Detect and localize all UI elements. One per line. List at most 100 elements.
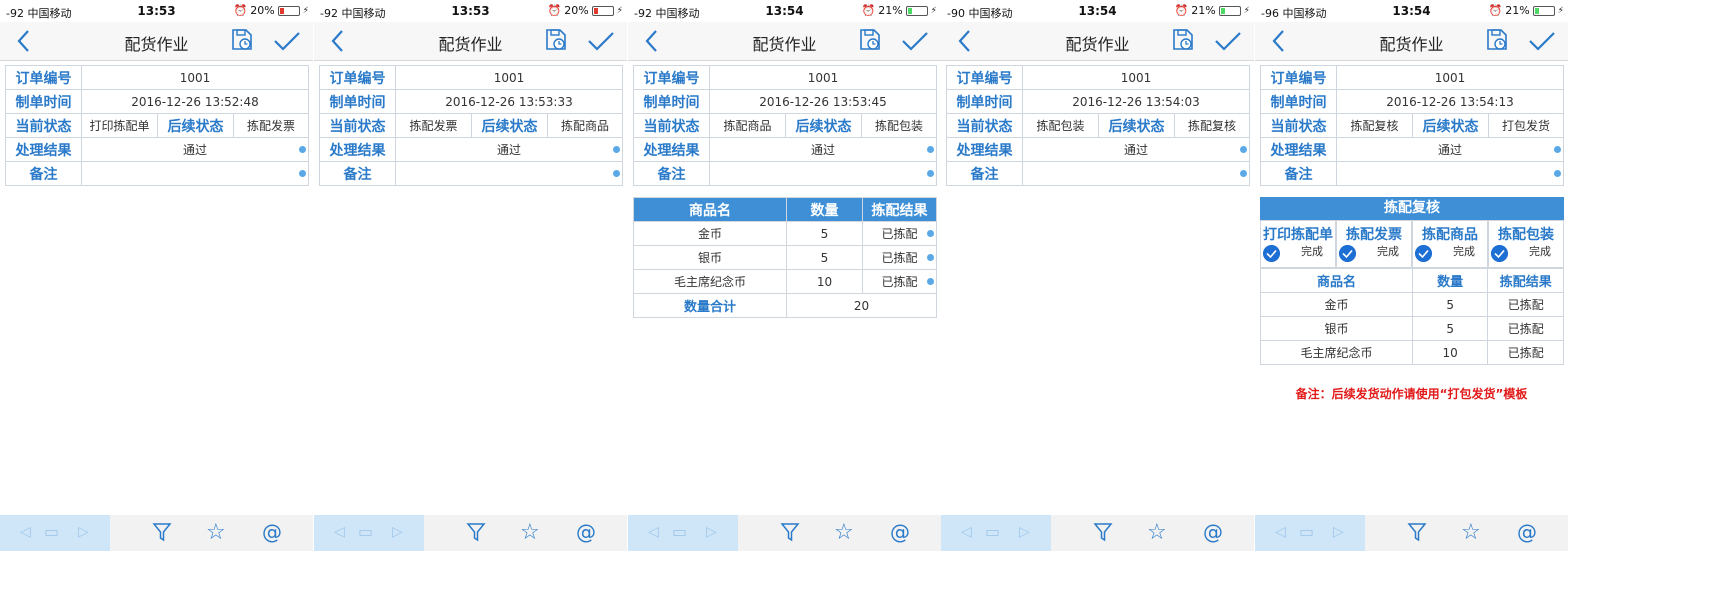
order-form: 订单编号 1001 制单时间 2016-12-26 13:53:45 当前状态 … xyxy=(633,65,937,186)
star-icon[interactable]: ☆ xyxy=(206,520,226,545)
prev-page-icon[interactable]: ◁ xyxy=(334,524,345,540)
value-order-no: 1001 xyxy=(1336,65,1564,90)
bottom-toolbar: ◁ ▭ ▷ ☆ @ xyxy=(941,515,1254,551)
filter-icon[interactable] xyxy=(152,521,172,543)
review-step: 打印拣配单 完成 xyxy=(1260,220,1336,268)
battery-fill xyxy=(1220,7,1225,14)
window-icon[interactable]: ▭ xyxy=(44,522,59,541)
goods-header-cell: 商品名 xyxy=(633,197,787,222)
at-icon[interactable]: @ xyxy=(1517,520,1537,544)
goods-result-select[interactable]: 已拣配 xyxy=(862,221,937,246)
window-icon[interactable]: ▭ xyxy=(672,522,687,541)
next-page-icon[interactable]: ▷ xyxy=(706,524,717,540)
save-clock-icon[interactable] xyxy=(858,27,882,53)
order-form: 订单编号 1001 制单时间 2016-12-26 13:52:48 当前状态 … xyxy=(5,65,309,186)
filter-icon[interactable] xyxy=(466,521,486,543)
label-order-no: 订单编号 xyxy=(5,65,82,90)
remark-input[interactable] xyxy=(1336,161,1564,186)
label-made-time: 制单时间 xyxy=(319,89,396,114)
review-goods-row: 银币 5 已拣配 xyxy=(1260,316,1564,341)
save-clock-icon[interactable] xyxy=(544,27,568,53)
at-icon[interactable]: @ xyxy=(576,520,596,544)
at-icon[interactable]: @ xyxy=(890,520,910,544)
phone-screen-5: -96 中国移动 13:54 ⏰ 21% ⚡ 配货作业 订单编号 1001 制单… xyxy=(1255,0,1568,610)
value-current-state: 拣配商品 xyxy=(709,113,786,138)
review-header-cell: 数量 xyxy=(1411,268,1489,293)
result-select[interactable]: 通过 xyxy=(1022,137,1250,162)
value-current-state: 拣配复核 xyxy=(1336,113,1413,138)
star-icon[interactable]: ☆ xyxy=(1147,520,1167,545)
save-clock-icon[interactable] xyxy=(1171,27,1195,53)
review-panel: 拣配复核 打印拣配单 完成 拣配发票 完成 拣配商品 完成 拣配包装 完成 商品… xyxy=(1260,197,1564,365)
row-remark: 备注 xyxy=(946,161,1250,186)
goods-name: 毛主席纪念币 xyxy=(633,269,787,294)
battery-icon xyxy=(1218,5,1241,16)
goods-result-select[interactable]: 已拣配 xyxy=(862,269,937,294)
remark-input[interactable] xyxy=(1022,161,1250,186)
prev-page-icon[interactable]: ◁ xyxy=(961,524,972,540)
at-icon[interactable]: @ xyxy=(262,520,282,544)
label-made-time: 制单时间 xyxy=(5,89,82,114)
result-select[interactable]: 通过 xyxy=(81,137,309,162)
label-next-state: 后续状态 xyxy=(1412,113,1489,138)
next-page-icon[interactable]: ▷ xyxy=(392,524,403,540)
prev-page-icon[interactable]: ◁ xyxy=(1275,524,1286,540)
checkmark-icon[interactable] xyxy=(1527,28,1557,54)
window-icon[interactable]: ▭ xyxy=(358,522,373,541)
filter-icon[interactable] xyxy=(1093,521,1113,543)
battery-icon xyxy=(1532,5,1555,16)
remark-input[interactable] xyxy=(81,161,309,186)
save-clock-icon[interactable] xyxy=(1485,27,1509,53)
battery-percent: 21% xyxy=(1191,4,1216,17)
bottom-toolbar: ◁ ▭ ▷ ☆ @ xyxy=(314,515,627,551)
next-page-icon[interactable]: ▷ xyxy=(1333,524,1344,540)
remark-input[interactable] xyxy=(709,161,937,186)
page-nav-group: ◁ ▭ ▷ xyxy=(941,515,1051,551)
prev-page-icon[interactable]: ◁ xyxy=(20,524,31,540)
filter-icon[interactable] xyxy=(1407,521,1427,543)
battery-fill xyxy=(279,7,284,14)
row-state: 当前状态 打印拣配单 后续状态 拣配发票 xyxy=(5,113,309,138)
star-icon[interactable]: ☆ xyxy=(834,520,854,545)
label-remark: 备注 xyxy=(633,161,710,186)
window-icon[interactable]: ▭ xyxy=(1299,522,1314,541)
label-result: 处理结果 xyxy=(5,137,82,162)
checkmark-icon[interactable] xyxy=(900,28,930,54)
battery-fill xyxy=(907,7,912,14)
check-circle-icon xyxy=(1339,245,1356,262)
goods-row: 毛主席纪念币 10 已拣配 xyxy=(633,269,937,294)
remark-input[interactable] xyxy=(395,161,623,186)
nav-bar: 配货作业 xyxy=(0,22,313,61)
label-made-time: 制单时间 xyxy=(1260,89,1337,114)
checkmark-icon[interactable] xyxy=(272,28,302,54)
order-form: 订单编号 1001 制单时间 2016-12-26 13:53:33 当前状态 … xyxy=(319,65,623,186)
row-made-time: 制单时间 2016-12-26 13:53:33 xyxy=(319,89,623,114)
bottom-toolbar: ◁ ▭ ▷ ☆ @ xyxy=(628,515,941,551)
review-title: 拣配复核 xyxy=(1260,197,1564,220)
at-icon[interactable]: @ xyxy=(1203,520,1223,544)
star-icon[interactable]: ☆ xyxy=(520,520,540,545)
next-page-icon[interactable]: ▷ xyxy=(78,524,89,540)
filter-icon[interactable] xyxy=(780,521,800,543)
row-remark: 备注 xyxy=(1260,161,1564,186)
label-current-state: 当前状态 xyxy=(633,113,710,138)
value-order-no: 1001 xyxy=(81,65,309,90)
label-order-no: 订单编号 xyxy=(946,65,1023,90)
result-select[interactable]: 通过 xyxy=(1336,137,1564,162)
window-icon[interactable]: ▭ xyxy=(985,522,1000,541)
review-step: 拣配包装 完成 xyxy=(1488,220,1564,268)
next-page-icon[interactable]: ▷ xyxy=(1019,524,1030,540)
label-remark: 备注 xyxy=(319,161,396,186)
battery-percent: 21% xyxy=(878,4,903,17)
value-current-state: 打印拣配单 xyxy=(81,113,158,138)
result-select[interactable]: 通过 xyxy=(709,137,937,162)
checkmark-icon[interactable] xyxy=(1213,28,1243,54)
save-clock-icon[interactable] xyxy=(230,27,254,53)
checkmark-icon[interactable] xyxy=(586,28,616,54)
review-goods-result: 已拣配 xyxy=(1487,292,1564,317)
star-icon[interactable]: ☆ xyxy=(1461,520,1481,545)
goods-result-select[interactable]: 已拣配 xyxy=(862,245,937,270)
result-select[interactable]: 通过 xyxy=(395,137,623,162)
prev-page-icon[interactable]: ◁ xyxy=(648,524,659,540)
page-title: 配货作业 xyxy=(1065,35,1130,54)
